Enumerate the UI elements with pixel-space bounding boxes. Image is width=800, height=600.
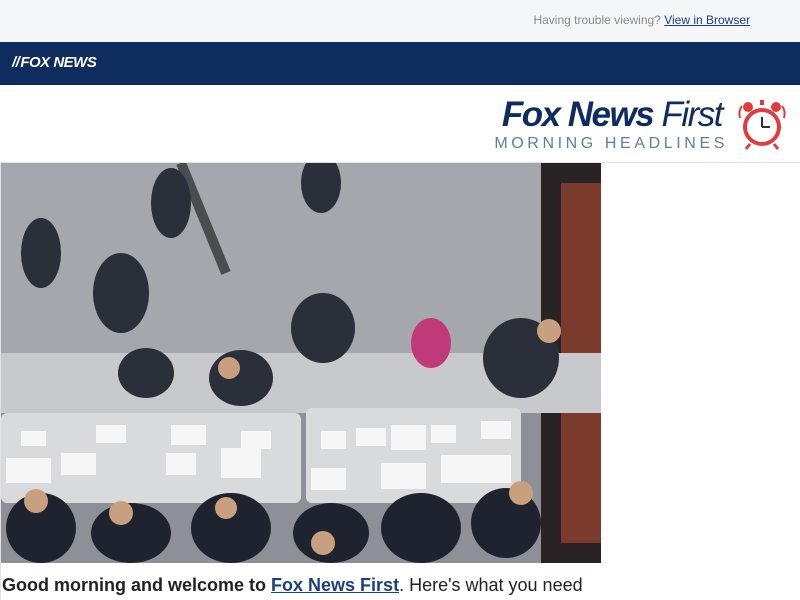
view-in-browser-link[interactable]: View in Browser [664, 13, 750, 27]
title-light: First [661, 95, 723, 134]
alarm-clock-icon [738, 100, 786, 150]
newsletter-title: Fox News First [501, 95, 724, 135]
fox-news-navbar: //FOX NEWS [0, 42, 800, 85]
newsletter-subtitle: MORNING HEADLINES [494, 135, 728, 152]
preheader-text: Having trouble viewing? View in Browser [533, 13, 750, 27]
trouble-viewing-text: Having trouble viewing? [533, 13, 661, 27]
fox-logo-text: FOX NEWS [20, 54, 97, 71]
greeting-text: Good morning and welcome to [2, 575, 267, 595]
fox-news-first-link[interactable]: Fox News First [271, 575, 399, 595]
fox-logo-mark-icon: // [12, 54, 20, 71]
intro-rest-text: . Here's what you need [399, 575, 583, 595]
hero-photo [1, 163, 601, 563]
newsletter-brand-header: Fox News First MORNING HEADLINES [0, 85, 800, 163]
intro-paragraph: Good morning and welcome to Fox News Fir… [2, 575, 583, 596]
fox-news-logo[interactable]: //FOX NEWS [12, 54, 97, 71]
preheader-bar: Having trouble viewing? View in Browser [0, 0, 800, 42]
title-bold: Fox News [501, 95, 655, 134]
